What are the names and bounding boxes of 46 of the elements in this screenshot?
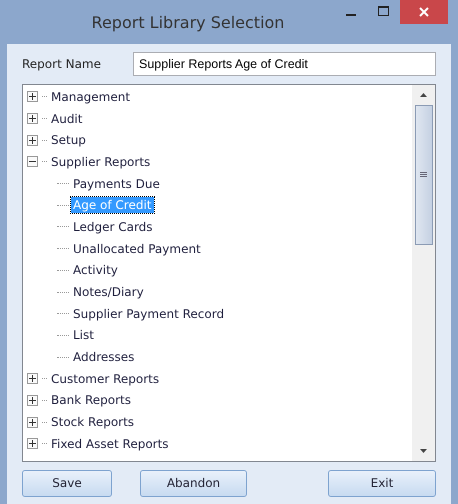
dialog-button[interactable]: Exit [328,470,436,496]
window-title: Report Library Selection [90,12,286,32]
grip-icon [420,172,427,178]
maximize-icon [378,6,388,16]
tree-item[interactable]: Activity [71,262,120,278]
expand-toggle[interactable] [27,91,38,102]
tree-item[interactable]: Setup [49,132,88,148]
minimize-icon [346,14,356,16]
scroll-thumb[interactable] [414,105,432,245]
tree-item[interactable]: Audit [49,110,84,127]
tree-item[interactable]: Stock Reports [49,414,136,430]
tree-item[interactable]: Addresses [71,349,136,366]
plus-icon [29,418,36,426]
down-arrow-icon [420,449,427,453]
expand-toggle[interactable] [27,134,38,146]
tree-item[interactable]: Ledger Cards [71,218,155,235]
dialog-button[interactable]: Save [22,470,112,496]
tree-item[interactable]: Bank Reports [49,392,133,408]
plus-icon [29,115,36,122]
report-name-field[interactable]: Supplier Reports Age of Credit [133,52,436,76]
tree-item[interactable]: Fixed Asset Reports [49,436,171,452]
tree-item[interactable]: Customer Reports [49,370,162,387]
expand-toggle[interactable] [27,113,38,124]
tree-item[interactable]: Supplier Reports [49,154,152,170]
expand-toggle[interactable] [27,438,38,450]
expand-toggle[interactable] [27,373,38,384]
plus-icon [29,440,36,448]
expand-toggle[interactable] [27,394,38,406]
dialog-button[interactable]: Abandon [140,470,247,496]
tree-item[interactable]: Unallocated Payment [71,240,203,257]
tree-item[interactable]: List [71,327,96,344]
tree-item[interactable]: Management [49,88,132,105]
plus-icon [29,396,36,404]
close-icon [419,7,429,17]
up-arrow-icon [420,93,427,97]
report-name-label: Report Name [22,57,102,71]
plus-icon [29,375,36,382]
scrollbar[interactable] [412,85,435,461]
close-button[interactable] [400,0,448,24]
expand-toggle[interactable] [27,156,38,168]
tree-item[interactable]: Notes/Diary [71,284,146,300]
expand-toggle[interactable] [27,416,38,428]
plus-icon [29,93,36,100]
tree-item[interactable]: Supplier Payment Record [71,306,226,322]
plus-icon [29,136,36,144]
tree-item[interactable]: Payments Due [71,176,162,192]
